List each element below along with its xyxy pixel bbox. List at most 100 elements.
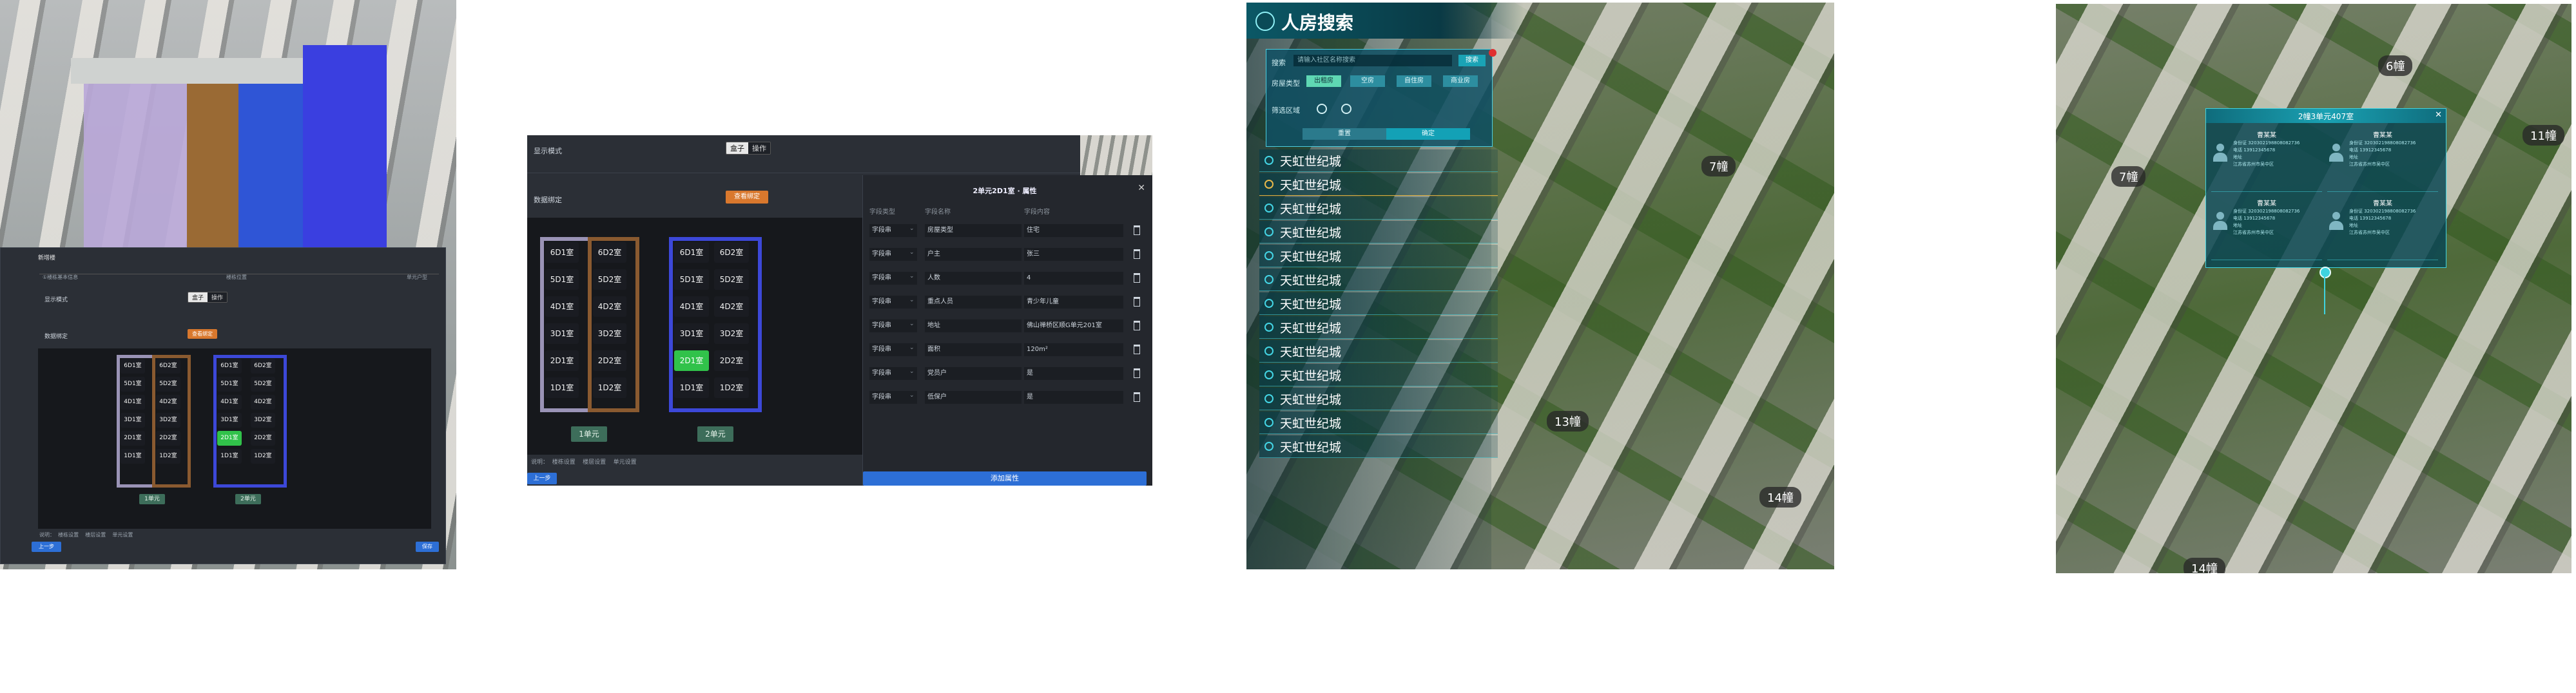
room-cell[interactable]: 6D1室 <box>217 359 242 374</box>
result-list-item[interactable]: 天虹世纪城 <box>1259 221 1498 243</box>
room-cell[interactable]: 1D2室 <box>714 377 749 398</box>
delete-icon[interactable] <box>1134 321 1140 330</box>
field-value-input[interactable]: 4 <box>1024 272 1123 285</box>
field-value-input[interactable]: 120m² <box>1024 343 1123 356</box>
mode-operate[interactable]: 操作 <box>748 142 770 154</box>
mode-box[interactable]: 盒子 <box>726 142 748 154</box>
field-name-input[interactable]: 房屋类型 <box>925 224 1022 237</box>
result-list-item[interactable]: 天虹世纪城 <box>1259 292 1498 315</box>
result-list-item[interactable]: 天虹世纪城 <box>1259 435 1498 458</box>
room-cell[interactable]: 3D2室 <box>593 323 626 344</box>
room-cell[interactable]: 3D1室 <box>217 413 242 428</box>
room-cell[interactable]: 4D1室 <box>121 395 145 410</box>
room-cell[interactable]: 6D1室 <box>121 359 145 374</box>
result-list-item[interactable]: 天虹世纪城 <box>1259 388 1498 410</box>
view-binding-button[interactable]: 查看绑定 <box>188 329 217 339</box>
room-cell[interactable]: 2D2室 <box>593 350 626 371</box>
field-name-input[interactable]: 人数 <box>925 272 1022 285</box>
add-attribute-button[interactable]: 添加属性 <box>863 471 1147 486</box>
room-cell[interactable]: 1D1室 <box>121 449 145 464</box>
resident-card[interactable]: 曹某某 身份证 320302198808082736 电话 13912345678 地… <box>2327 196 2438 260</box>
reset-button[interactable]: 重置 <box>1303 128 1386 140</box>
resident-card[interactable]: 曹某某 身份证 320302198808082736 电话 13912345678 地… <box>2211 128 2322 192</box>
room-cell[interactable]: 1D2室 <box>156 449 180 464</box>
step-2[interactable]: 楼栋位置 <box>226 274 247 281</box>
result-list-item[interactable]: 天虹世纪城 <box>1259 340 1498 363</box>
field-value-input[interactable]: 佛山禅桥区顺G单元201室 <box>1024 319 1123 332</box>
prev-step-button[interactable]: 上一步 <box>32 542 61 552</box>
display-mode-switch[interactable]: 盒子 操作 <box>726 142 771 155</box>
room-cell[interactable]: 5D2室 <box>714 269 749 290</box>
room-cell[interactable]: 4D1室 <box>217 395 242 410</box>
delete-icon[interactable] <box>1134 249 1140 259</box>
delete-icon[interactable] <box>1134 225 1140 235</box>
delete-icon[interactable] <box>1134 392 1140 402</box>
delete-icon[interactable] <box>1134 368 1140 378</box>
display-mode-switch[interactable]: 盒子 操作 <box>188 292 228 303</box>
room-cell[interactable]: 3D2室 <box>251 413 275 428</box>
field-value-input[interactable]: 张三 <box>1024 248 1123 261</box>
building-label[interactable]: 7幢 <box>1701 156 1736 176</box>
building-label[interactable]: 7幢 <box>2111 166 2146 187</box>
room-cell[interactable]: 3D1室 <box>121 413 145 428</box>
room-cell[interactable]: 6D2室 <box>593 242 626 263</box>
room-cell[interactable]: 6D2室 <box>714 242 749 263</box>
room-cell[interactable]: 6D1室 <box>545 242 579 263</box>
field-value-input[interactable]: 是 <box>1024 367 1123 380</box>
room-cell[interactable]: 3D1室 <box>545 323 579 344</box>
building-label[interactable]: 11幢 <box>2523 125 2564 146</box>
field-name-input[interactable]: 面积 <box>925 343 1022 356</box>
room-cell[interactable]: 2D1室 <box>545 350 579 371</box>
room-cell[interactable]: 5D1室 <box>545 269 579 290</box>
result-list-item[interactable]: 天虹世纪城 <box>1259 412 1498 434</box>
unit-label-1[interactable]: 1单元 <box>571 426 607 442</box>
field-name-input[interactable]: 低保户 <box>925 391 1022 404</box>
polygon-icon[interactable] <box>1317 104 1327 114</box>
room-cell[interactable]: 1D1室 <box>217 449 242 464</box>
room-cell[interactable]: 4D2室 <box>593 296 626 317</box>
search-button[interactable]: 搜索 <box>1458 55 1486 66</box>
room-cell[interactable]: 2D2室 <box>156 431 180 446</box>
room-cell[interactable]: 5D2室 <box>156 377 180 392</box>
mode-box[interactable]: 盒子 <box>188 292 208 302</box>
close-icon[interactable]: ✕ <box>1138 183 1145 193</box>
resident-card[interactable]: 曹某某 身份证 320302198808082736 电话 13912345678 地… <box>2327 128 2438 192</box>
chip-commercial[interactable]: 商业房 <box>1443 75 1478 87</box>
room-cell[interactable]: 5D1室 <box>217 377 242 392</box>
field-value-input[interactable]: 住宅 <box>1024 224 1123 237</box>
search-input[interactable]: 请输入社区名称搜索 <box>1293 55 1452 66</box>
field-value-input[interactable]: 是 <box>1024 391 1123 404</box>
result-list-item[interactable]: 天虹世纪城 <box>1259 245 1498 267</box>
room-cell[interactable]: 4D2室 <box>714 296 749 317</box>
field-name-input[interactable]: 户主 <box>925 248 1022 261</box>
unit-label-2[interactable]: 2单元 <box>235 494 261 504</box>
unit-label-2[interactable]: 2单元 <box>697 426 733 442</box>
room-cell[interactable]: 1D2室 <box>251 449 275 464</box>
step-3[interactable]: 单元户型 <box>407 274 427 281</box>
field-name-input[interactable]: 重点人员 <box>925 296 1022 309</box>
room-cell[interactable]: 3D2室 <box>156 413 180 428</box>
circle-icon[interactable] <box>1341 104 1351 114</box>
field-name-input[interactable]: 地址 <box>925 319 1022 332</box>
room-cell[interactable]: 1D1室 <box>674 377 709 398</box>
room-cell[interactable]: 4D2室 <box>251 395 275 410</box>
building-label[interactable]: 13幢 <box>1547 411 1589 432</box>
building-label[interactable]: 14幢 <box>2184 558 2225 573</box>
room-cell-selected[interactable]: 2D1室 <box>674 350 709 371</box>
view-binding-button[interactable]: 查看绑定 <box>726 191 768 204</box>
close-icon[interactable]: ✕ <box>2435 110 2442 120</box>
room-cell[interactable]: 1D1室 <box>545 377 579 398</box>
delete-icon[interactable] <box>1134 273 1140 283</box>
room-cell[interactable]: 6D1室 <box>674 242 709 263</box>
room-cell[interactable]: 4D1室 <box>545 296 579 317</box>
room-cell[interactable]: 6D2室 <box>156 359 180 374</box>
save-button[interactable]: 保存 <box>416 542 439 552</box>
field-value-input[interactable]: 青少年儿童 <box>1024 296 1123 309</box>
room-cell[interactable]: 1D2室 <box>593 377 626 398</box>
room-cell-selected[interactable]: 2D1室 <box>217 431 242 446</box>
room-cell[interactable]: 5D1室 <box>121 377 145 392</box>
result-list-item[interactable]: 天虹世纪城 <box>1259 173 1498 196</box>
room-cell[interactable]: 5D1室 <box>674 269 709 290</box>
chip-rental[interactable]: 出租房 <box>1306 75 1341 87</box>
room-cell[interactable]: 2D1室 <box>121 431 145 446</box>
